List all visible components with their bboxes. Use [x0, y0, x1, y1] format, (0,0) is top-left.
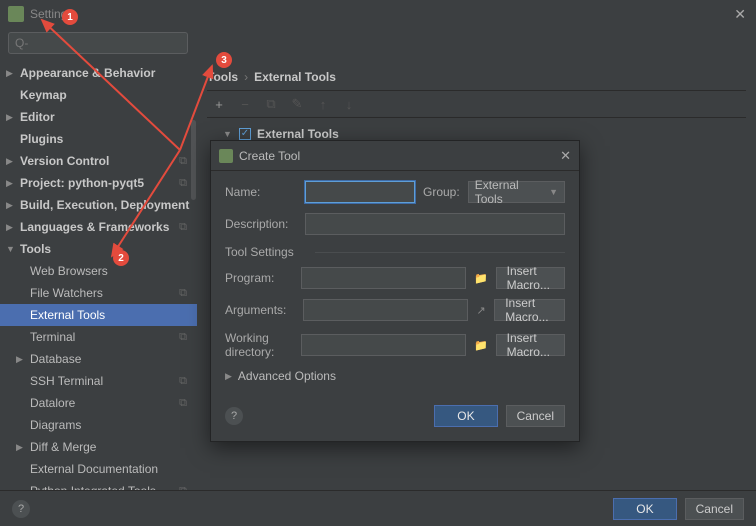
settings-sidebar: ▶Appearance & Behavior Keymap ▶Editor Pl… — [0, 60, 197, 496]
breadcrumb-leaf: External Tools — [254, 70, 336, 84]
settings-cancel-button[interactable]: Cancel — [685, 498, 744, 520]
scope-icon: ⧉ — [179, 177, 187, 190]
dialog-help-button[interactable]: ? — [225, 407, 243, 425]
scope-icon: ⧉ — [179, 397, 187, 410]
dialog-footer: ? OK Cancel — [211, 395, 579, 441]
sidebar-item-external-tools[interactable]: External Tools — [0, 304, 197, 326]
label-program: Program: — [225, 271, 293, 285]
sidebar-item-languages[interactable]: ▶Languages & Frameworks⧉ — [0, 216, 197, 238]
chevron-right-icon: ▶ — [6, 112, 18, 123]
settings-ok-button[interactable]: OK — [613, 498, 676, 520]
scope-icon: ⧉ — [179, 155, 187, 168]
chevron-right-icon: ▶ — [16, 442, 28, 453]
scope-icon: ⧉ — [179, 287, 187, 300]
window-close-icon[interactable]: ✕ — [734, 6, 746, 23]
create-tool-dialog: Create Tool ✕ Name: Group: External Tool… — [210, 140, 580, 442]
insert-macro-arguments-button[interactable]: Insert Macro... — [494, 299, 565, 321]
expand-icon[interactable]: ↗ — [476, 304, 486, 317]
dialog-ok-button[interactable]: OK — [434, 405, 497, 427]
sidebar-item-version-control[interactable]: ▶Version Control⧉ — [0, 150, 197, 172]
browse-folder-icon[interactable]: 📁 — [474, 272, 488, 285]
sidebar-item-diagrams[interactable]: Diagrams — [0, 414, 197, 436]
window-titlebar: Settings ✕ — [0, 0, 756, 28]
toolbar-add-button[interactable]: + — [211, 96, 227, 112]
breadcrumb-root[interactable]: Tools — [207, 70, 238, 84]
insert-macro-workingdir-button[interactable]: Insert Macro... — [496, 334, 565, 356]
toolbar-remove-button[interactable]: − — [237, 96, 253, 112]
sidebar-item-build[interactable]: ▶Build, Execution, Deployment — [0, 194, 197, 216]
sidebar-item-diff-merge[interactable]: ▶Diff & Merge — [0, 436, 197, 458]
label-working-dir: Working directory: — [225, 331, 293, 359]
program-input[interactable] — [301, 267, 466, 289]
checkbox-icon[interactable] — [239, 128, 251, 140]
dialog-cancel-button[interactable]: Cancel — [506, 405, 565, 427]
sidebar-scrollbar[interactable] — [189, 60, 197, 496]
dialog-close-icon[interactable]: ✕ — [560, 148, 571, 164]
chevron-right-icon: ▶ — [6, 156, 18, 167]
chevron-right-icon: ▶ — [6, 178, 18, 189]
breadcrumb-sep-icon: › — [244, 70, 248, 84]
external-tools-toolbar: + − ⧉ ✎ ↑ ↓ — [207, 90, 746, 118]
chevron-right-icon: ▶ — [6, 200, 18, 211]
section-tool-settings: Tool Settings — [225, 245, 565, 259]
chevron-right-icon: ▶ — [225, 371, 232, 382]
toolbar-down-button[interactable]: ↓ — [341, 96, 357, 112]
window-title: Settings — [30, 7, 73, 21]
arguments-input[interactable] — [303, 299, 468, 321]
app-icon — [8, 6, 24, 22]
dialog-titlebar: Create Tool ✕ — [211, 141, 579, 171]
insert-macro-program-button[interactable]: Insert Macro... — [496, 267, 565, 289]
label-name: Name: — [225, 185, 297, 199]
dialog-body: Name: Group: External Tools ▼ Descriptio… — [211, 171, 579, 395]
toolbar-copy-button[interactable]: ⧉ — [263, 96, 279, 112]
sidebar-item-web-browsers[interactable]: Web Browsers — [0, 260, 197, 282]
sidebar-item-database[interactable]: ▶Database — [0, 348, 197, 370]
sidebar-item-project[interactable]: ▶Project: python-pyqt5⧉ — [0, 172, 197, 194]
dialog-title: Create Tool — [239, 149, 560, 163]
sidebar-item-tools[interactable]: ▼Tools — [0, 238, 197, 260]
help-button[interactable]: ? — [12, 500, 30, 518]
sidebar-item-plugins[interactable]: Plugins — [0, 128, 197, 150]
browse-folder-icon[interactable]: 📁 — [474, 339, 488, 352]
sidebar-item-file-watchers[interactable]: File Watchers⧉ — [0, 282, 197, 304]
chevron-down-icon: ▼ — [223, 129, 233, 139]
search-row: Q- — [0, 28, 756, 60]
sidebar-item-terminal[interactable]: Terminal⧉ — [0, 326, 197, 348]
group-combobox[interactable]: External Tools ▼ — [468, 181, 565, 203]
sidebar-item-ssh-terminal[interactable]: SSH Terminal⧉ — [0, 370, 197, 392]
sidebar-item-editor[interactable]: ▶Editor — [0, 106, 197, 128]
sidebar-item-external-documentation[interactable]: External Documentation — [0, 458, 197, 480]
chevron-right-icon: ▶ — [16, 354, 28, 365]
sidebar-item-appearance[interactable]: ▶Appearance & Behavior — [0, 62, 197, 84]
settings-tree: ▶Appearance & Behavior Keymap ▶Editor Pl… — [0, 60, 197, 496]
settings-bottom-bar: ? OK Cancel — [0, 490, 756, 526]
advanced-options-toggle[interactable]: ▶ Advanced Options — [225, 369, 565, 383]
working-dir-input[interactable] — [301, 334, 466, 356]
breadcrumb: Tools › External Tools — [207, 60, 746, 90]
app-icon — [219, 149, 233, 163]
scope-icon: ⧉ — [179, 375, 187, 388]
search-input[interactable] — [30, 36, 181, 50]
scope-icon: ⧉ — [179, 221, 187, 234]
description-input[interactable] — [305, 213, 565, 235]
chevron-down-icon: ▼ — [549, 187, 558, 197]
sidebar-item-keymap[interactable]: Keymap — [0, 84, 197, 106]
label-description: Description: — [225, 217, 297, 231]
name-input[interactable] — [305, 181, 415, 203]
toolbar-edit-button[interactable]: ✎ — [289, 96, 305, 112]
search-input-wrapper[interactable]: Q- — [8, 32, 188, 54]
chevron-right-icon: ▶ — [6, 68, 18, 79]
label-group: Group: — [423, 185, 460, 199]
label-arguments: Arguments: — [225, 303, 295, 317]
chevron-right-icon: ▶ — [6, 222, 18, 233]
scope-icon: ⧉ — [179, 331, 187, 344]
sidebar-item-datalore[interactable]: Datalore⧉ — [0, 392, 197, 414]
search-prefix: Q- — [15, 36, 28, 50]
toolbar-up-button[interactable]: ↑ — [315, 96, 331, 112]
chevron-down-icon: ▼ — [6, 244, 18, 254]
